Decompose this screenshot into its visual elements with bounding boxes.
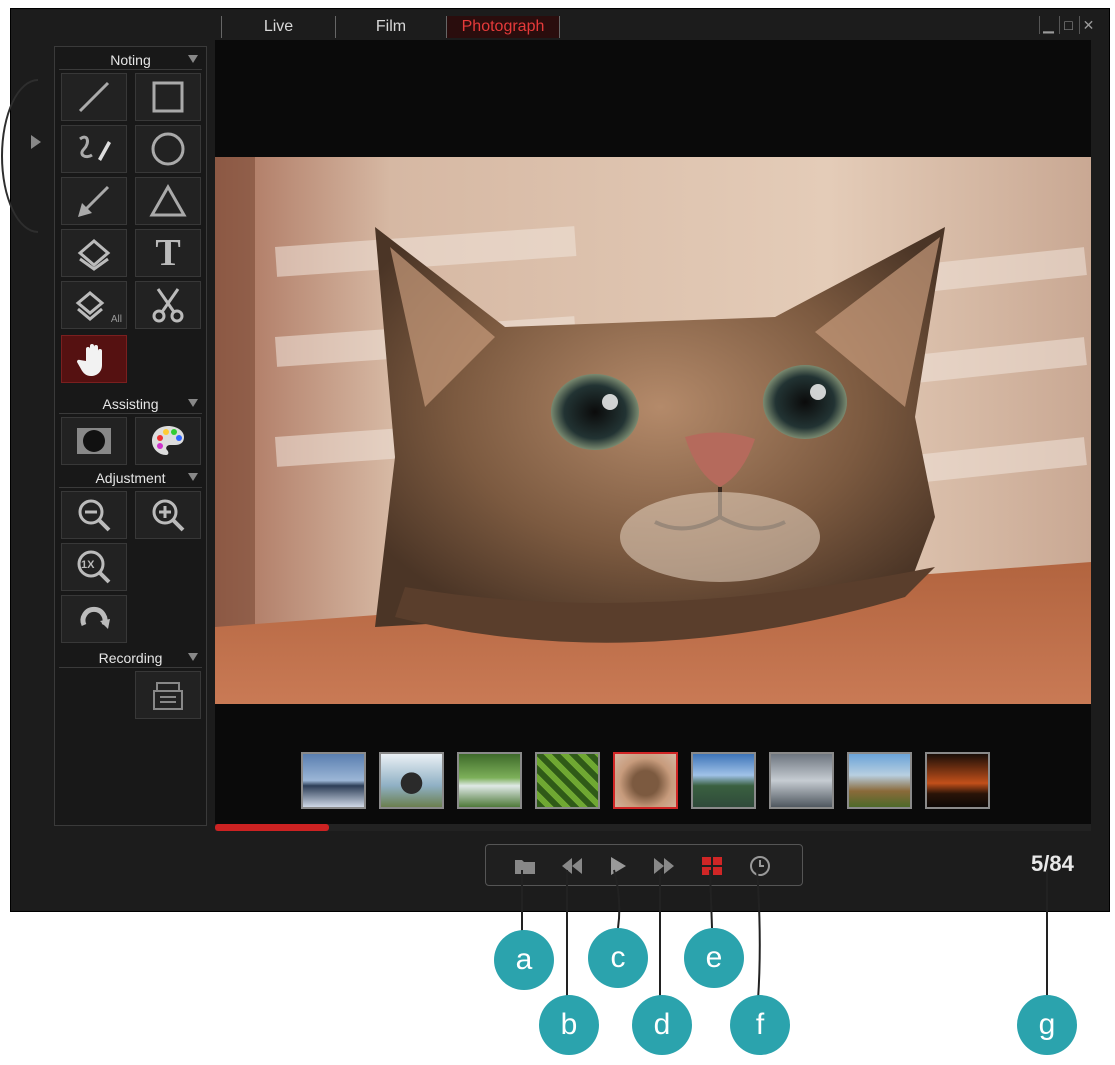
callout-line-c <box>613 869 621 929</box>
callout-leader-lines <box>521 869 1048 1001</box>
callout-d: d <box>632 995 692 1055</box>
callout-f: f <box>730 995 790 1055</box>
callout-e: e <box>684 928 744 988</box>
callout-c: c <box>588 928 648 988</box>
callout-line-e <box>709 869 713 929</box>
callout-a: a <box>494 930 554 990</box>
callout-g: g <box>1017 995 1077 1055</box>
callout-b: b <box>539 995 599 1055</box>
callout-line-f <box>756 869 761 1001</box>
